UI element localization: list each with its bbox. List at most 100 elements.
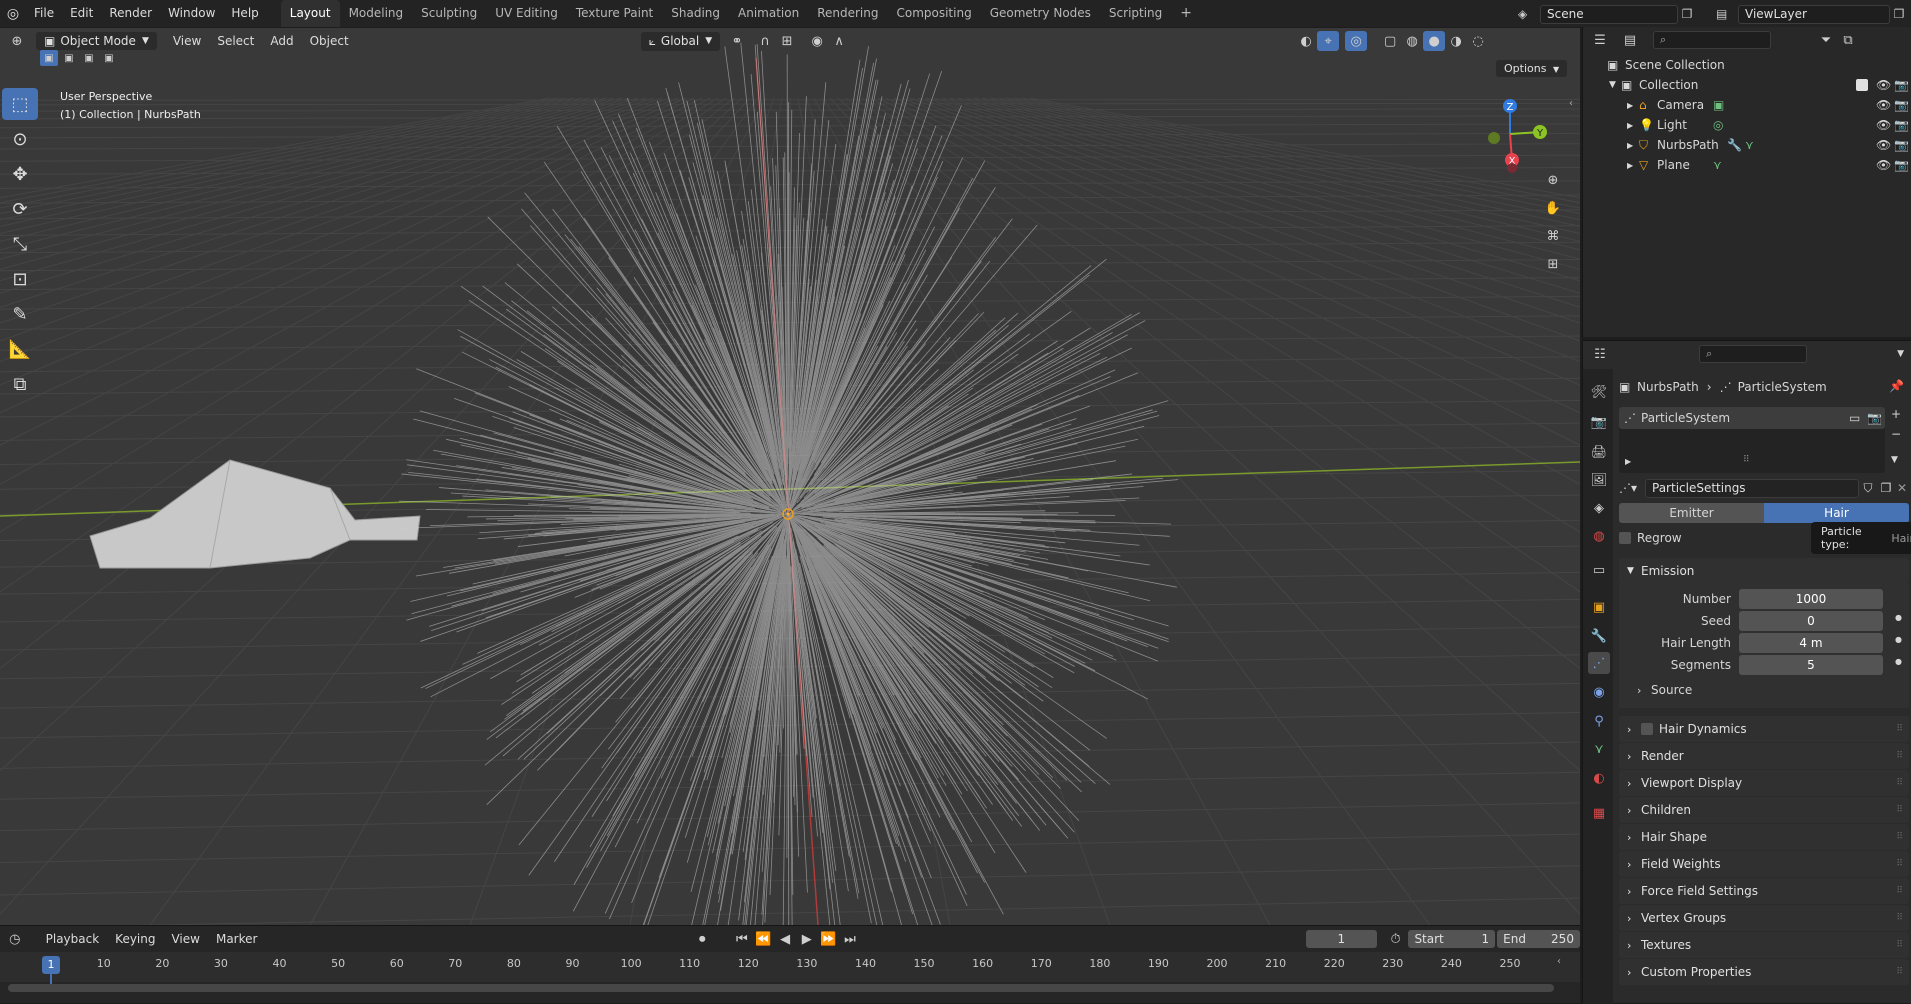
select-new-icon[interactable]: ▣ (40, 50, 58, 66)
play-reverse-icon[interactable]: ◀ (774, 929, 796, 949)
annotate-tool-icon[interactable]: ✎ (2, 298, 38, 330)
current-frame-field[interactable]: 1 (1306, 930, 1377, 948)
tab-rendering[interactable]: Rendering (808, 0, 887, 27)
scene-tab-icon[interactable]: ◈ (1588, 497, 1610, 519)
keyframe-dot-icon[interactable]: ● (1895, 657, 1902, 666)
menu-playback[interactable]: Playback (38, 932, 108, 946)
drag-handle-icon[interactable]: ⠿ (1896, 940, 1903, 950)
mesh-data-icon[interactable]: ⋎ (1713, 158, 1731, 172)
solid-shading-icon[interactable]: ● (1423, 31, 1445, 51)
menu-timeline-view[interactable]: View (163, 932, 207, 946)
falloff-icon[interactable]: ∧ (828, 31, 850, 51)
remove-slot-icon[interactable]: − (1891, 427, 1901, 441)
drag-handle-icon[interactable]: ⠿ (1896, 886, 1903, 896)
menu-edit[interactable]: Edit (62, 0, 101, 27)
physics-tab-icon[interactable]: ◉ (1588, 681, 1610, 703)
menu-object[interactable]: Object (302, 34, 357, 48)
camera-data-icon[interactable]: ▣ (1713, 98, 1731, 112)
panel-custom-properties-header[interactable]: ›Custom Properties⠿ (1619, 959, 1909, 985)
tool-settings-tab-icon[interactable]: 🛠 (1588, 381, 1610, 403)
new-view-layer-icon[interactable]: ❐ (1890, 7, 1908, 21)
add-slot-icon[interactable]: + (1891, 407, 1901, 421)
drag-handle-icon[interactable]: ⠿ (1896, 913, 1903, 923)
source-subpanel-header[interactable]: › Source (1637, 683, 1692, 697)
proportional-edit-icon[interactable]: ◉ (806, 31, 828, 51)
outliner-item-light[interactable]: ▶ 💡 Light ◎ 👁 📷 (1583, 115, 1911, 135)
stopwatch-icon[interactable]: ⏱ (1385, 929, 1407, 949)
constraints-tab-icon[interactable]: ⚲ (1588, 710, 1610, 732)
transform-orientation-dropdown[interactable]: ⟀ Global ▼ (641, 32, 720, 51)
jump-start-icon[interactable]: ⏮ (731, 929, 753, 949)
keyframe-dot-icon[interactable]: ● (1895, 635, 1902, 644)
tab-uv-editing[interactable]: UV Editing (486, 0, 567, 27)
options-dropdown[interactable]: Options ▼ (1496, 60, 1567, 77)
modifier-wrench-icon[interactable]: 🔧 (1727, 138, 1745, 152)
drag-handle-icon[interactable]: ⠿ (1896, 778, 1903, 788)
panel-textures-header[interactable]: ›Textures⠿ (1619, 932, 1909, 958)
panel-vertex-groups-header[interactable]: ›Vertex Groups⠿ (1619, 905, 1909, 931)
eye-icon[interactable]: 👁 (1876, 158, 1894, 172)
particle-system-list[interactable]: ⋰ ParticleSystem ▭ 📷 ▶ ⠿ (1619, 407, 1885, 473)
hair-dynamics-checkbox[interactable] (1641, 723, 1653, 735)
outliner-item-nurbspath[interactable]: ▶ ⛉ NurbsPath 🔧 ⋎ 👁 📷 (1583, 135, 1911, 155)
new-collection-icon[interactable]: ⧉ (1837, 30, 1859, 50)
ortho-grid-icon[interactable]: ⊞ (1542, 254, 1564, 274)
specials-chevron-icon[interactable]: ▼ (1891, 455, 1901, 465)
display-mode-icon[interactable]: ▤ (1619, 30, 1641, 50)
expand-chevron-icon[interactable]: ▶ (1627, 141, 1639, 150)
outliner-collection[interactable]: ▼ ▣ Collection 👁 📷 (1583, 75, 1911, 95)
menu-select[interactable]: Select (209, 34, 262, 48)
wireframe-shading-icon[interactable]: ◍ (1401, 31, 1423, 51)
eye-icon[interactable]: 👁 (1876, 78, 1894, 92)
render-camera-icon[interactable]: 📷 (1894, 138, 1911, 152)
collection-checkbox[interactable] (1856, 79, 1868, 91)
output-tab-icon[interactable]: 🖨 (1588, 441, 1610, 463)
properties-search-input[interactable]: ⌕ (1699, 345, 1807, 363)
panel-force-field-settings-header[interactable]: ›Force Field Settings⠿ (1619, 878, 1909, 904)
sidebar-toggle-icon[interactable]: ‹ (1569, 98, 1573, 109)
camera-view-icon[interactable]: ⌘ (1542, 226, 1564, 246)
timeline-scrollbar[interactable] (8, 984, 1554, 992)
panel-hair-shape-header[interactable]: ›Hair Shape⠿ (1619, 824, 1909, 850)
menu-add[interactable]: Add (262, 34, 301, 48)
add-cube-tool-icon[interactable]: ⧉ (2, 368, 38, 400)
overlay-toggle-icon[interactable]: ◎ (1345, 31, 1367, 51)
particle-settings-selector[interactable]: ⋰▾ ParticleSettings ⛉ ❐ ✕ (1619, 478, 1909, 498)
new-scene-icon[interactable]: ❐ (1678, 7, 1696, 21)
start-frame-field[interactable]: Start 1 (1408, 930, 1495, 948)
move-tool-icon[interactable]: ✥ (2, 158, 38, 190)
drag-handle-icon[interactable]: ⠿ (1896, 967, 1903, 977)
record-keyframe-icon[interactable]: ⏺ (691, 929, 713, 949)
eye-icon[interactable]: 👁 (1876, 138, 1894, 152)
particles-tab-icon[interactable]: ⋰ (1588, 652, 1610, 674)
panel-field-weights-header[interactable]: ›Field Weights⠿ (1619, 851, 1909, 877)
visibility-icon[interactable]: ◐ (1295, 31, 1317, 51)
3d-viewport[interactable]: ⊕ ▣ Object Mode ▼ View Select Add Object… (0, 28, 1580, 925)
play-icon[interactable]: ▶ (796, 929, 818, 949)
expand-chevron-icon[interactable]: ▶ (1627, 121, 1639, 130)
drag-handle-icon[interactable]: ⠿ (1896, 805, 1903, 815)
chevron-down-icon[interactable]: ▼ (1897, 349, 1904, 359)
view-layer-name-field[interactable]: ViewLayer (1738, 5, 1890, 24)
list-expand-icon[interactable]: ▶ (1625, 457, 1631, 466)
expand-chevron-icon[interactable]: ▶ (1627, 161, 1639, 170)
tab-compositing[interactable]: Compositing (887, 0, 980, 27)
gizmo-neg-z-axis[interactable] (1507, 163, 1517, 173)
unlink-close-icon[interactable]: ✕ (1895, 481, 1909, 495)
material-shading-icon[interactable]: ◑ (1445, 31, 1467, 51)
collection-tab-icon[interactable]: ▭ (1588, 559, 1610, 581)
outliner-item-camera[interactable]: ▶ ⌂ Camera ▣ 👁 📷 (1583, 95, 1911, 115)
outliner-search-input[interactable]: ⌕ (1653, 31, 1771, 49)
end-frame-field[interactable]: End 250 (1497, 930, 1580, 948)
view-layer-selector[interactable]: ▤ ViewLayer ❐ (1716, 4, 1908, 24)
gizmo-neg-y-axis[interactable] (1488, 132, 1500, 144)
timeline-sidebar-toggle-icon[interactable]: ‹ (1557, 956, 1561, 967)
regrow-checkbox[interactable] (1619, 532, 1631, 544)
transform-tool-icon[interactable]: ⊡ (2, 263, 38, 295)
seed-input[interactable]: 0 (1739, 611, 1883, 631)
blender-logo-icon[interactable]: ◎ (0, 6, 26, 22)
particle-system-list-item[interactable]: ⋰ ParticleSystem ▭ 📷 (1619, 407, 1885, 429)
tab-animation[interactable]: Animation (729, 0, 808, 27)
material-tab-icon[interactable]: ◐ (1588, 767, 1610, 789)
xray-icon[interactable]: ▢ (1379, 31, 1401, 51)
